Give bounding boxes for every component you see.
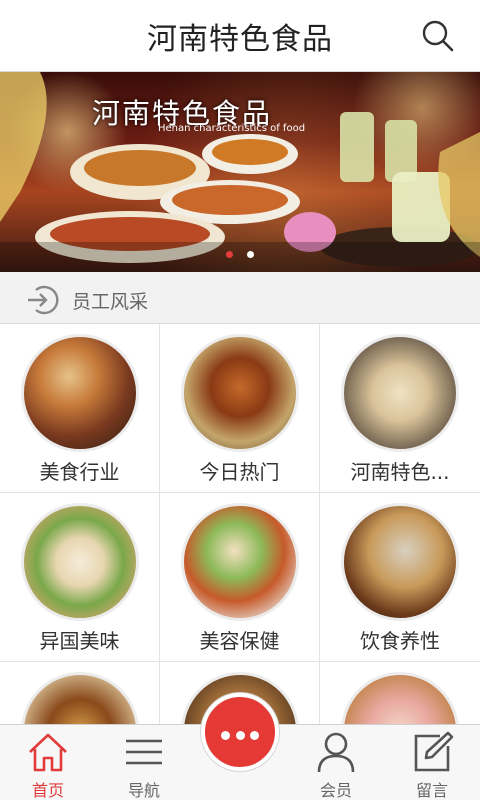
nav-label: 留言 xyxy=(415,781,448,800)
edit-icon xyxy=(414,731,454,772)
category-image xyxy=(341,503,459,621)
category-item-yinshi-yangxing[interactable]: 饮食养性 xyxy=(320,493,480,662)
category-item-henan-tese[interactable]: 河南特色... xyxy=(320,324,480,493)
category-item-yiguo-meiwei[interactable]: 异国美味 xyxy=(0,493,160,662)
nav-label: 会员 xyxy=(319,781,352,800)
menu-icon xyxy=(126,739,162,765)
login-arrow-icon xyxy=(28,285,59,315)
category-image xyxy=(181,503,299,621)
category-image xyxy=(341,334,459,452)
category-item-meirong-baojian[interactable]: 美容保健 xyxy=(160,493,320,662)
top-header: 河南特色食品 xyxy=(0,0,480,72)
search-icon[interactable] xyxy=(418,16,458,56)
carousel-dots xyxy=(0,243,480,262)
section-header: 员工风采 xyxy=(0,272,480,324)
banner-carousel[interactable]: 河南特色食品 Henan characteristics of food xyxy=(0,72,480,272)
more-dots-icon xyxy=(250,731,259,740)
category-label: 今日热门 xyxy=(199,460,280,484)
category-image xyxy=(21,334,139,452)
category-image xyxy=(181,334,299,452)
category-label: 异国美味 xyxy=(39,629,120,653)
category-item-meishi-hangye[interactable]: 美食行业 xyxy=(0,324,160,493)
banner-subtitle: Henan characteristics of food xyxy=(158,123,306,134)
category-item-jinri-remen[interactable]: 今日热门 xyxy=(160,324,320,493)
category-image xyxy=(21,503,139,621)
nav-item-message[interactable]: 留言 xyxy=(384,725,480,800)
nav-label: 导航 xyxy=(127,781,160,800)
carousel-dot[interactable] xyxy=(246,251,254,258)
more-dots-icon xyxy=(235,731,245,740)
nav-item-home[interactable]: 首页 xyxy=(0,725,96,800)
section-title: 员工风采 xyxy=(72,291,149,313)
category-image xyxy=(21,672,139,724)
nav-item-member[interactable]: 会员 xyxy=(288,725,384,800)
category-grid: 美食行业 今日热门 河南特色... 异国美味 美容保健 饮食养性 xyxy=(0,324,480,724)
user-icon xyxy=(317,732,355,773)
more-dots-icon xyxy=(221,731,230,740)
category-label: 河南特色... xyxy=(350,460,450,484)
carousel-dot[interactable] xyxy=(226,251,234,258)
category-item[interactable] xyxy=(0,662,160,724)
category-label: 美食行业 xyxy=(39,460,120,484)
category-label: 饮食养性 xyxy=(360,629,440,653)
nav-label: 首页 xyxy=(31,781,64,800)
home-icon xyxy=(29,733,67,772)
page-title: 河南特色食品 xyxy=(147,22,333,57)
nav-item-navigation[interactable]: 导航 xyxy=(96,725,192,800)
category-image xyxy=(341,672,459,724)
category-label: 美容保健 xyxy=(199,629,280,653)
more-button[interactable] xyxy=(201,693,279,771)
category-item[interactable] xyxy=(320,662,480,724)
